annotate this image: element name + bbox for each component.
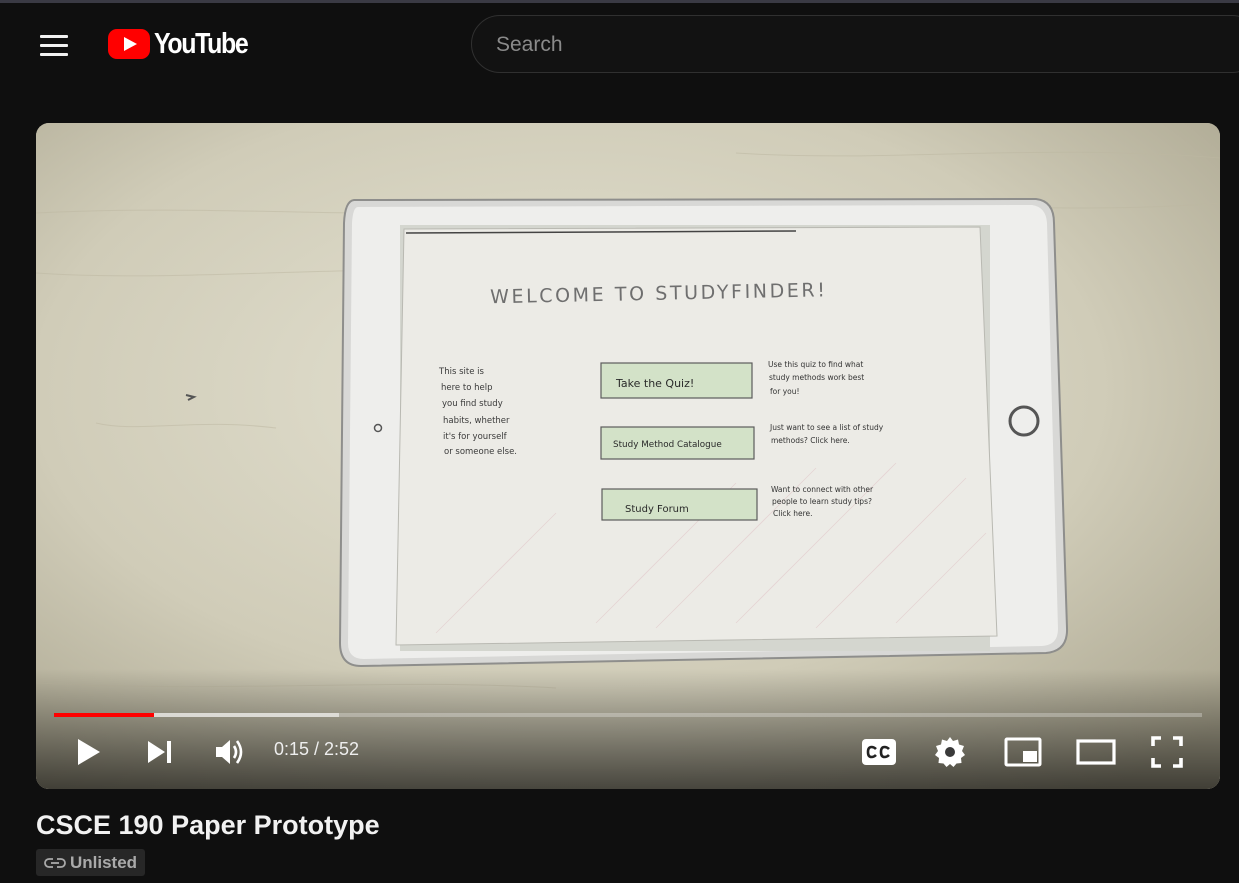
- miniplayer-button[interactable]: [998, 727, 1048, 777]
- fullscreen-icon: [1151, 736, 1183, 768]
- settings-button[interactable]: [927, 727, 973, 777]
- intro-line: This site is: [438, 367, 484, 377]
- link-icon: [44, 857, 66, 868]
- desc-line: Want to connect with other: [771, 485, 874, 494]
- next-icon: [148, 741, 171, 763]
- progress-bar[interactable]: [54, 713, 1202, 717]
- frame-button-forum: Study Forum: [625, 504, 689, 515]
- video-title: CSCE 190 Paper Prototype: [36, 810, 380, 840]
- intro-line: or someone else.: [444, 447, 517, 457]
- next-button[interactable]: [138, 727, 182, 777]
- captions-icon: [862, 739, 896, 765]
- captions-button[interactable]: [856, 727, 902, 777]
- desc-line: study methods work best: [769, 373, 864, 382]
- youtube-logo[interactable]: YouTube: [108, 27, 263, 61]
- logo-text: YouTube: [154, 27, 249, 60]
- theater-mode-button[interactable]: [1070, 727, 1122, 777]
- unlisted-badge: Unlisted: [36, 849, 146, 876]
- play-button[interactable]: [66, 727, 110, 777]
- desc-line: for you!: [770, 387, 799, 396]
- intro-line: habits, whether: [443, 416, 510, 426]
- intro-line: here to help: [441, 383, 492, 393]
- desc-line: Click here.: [773, 509, 813, 518]
- gear-icon: [935, 737, 965, 767]
- visibility-label: Unlisted: [70, 852, 138, 872]
- desc-line: people to learn study tips?: [772, 497, 872, 506]
- frame-button-catalogue: Study Method Catalogue: [613, 440, 722, 450]
- time-display: 0:15 / 2:52: [274, 739, 360, 759]
- hamburger-menu-icon[interactable]: [30, 25, 78, 65]
- frame-buttons: Take the Quiz! Study Method Catalogue St…: [600, 362, 758, 521]
- volume-icon: [216, 740, 243, 764]
- intro-line: it's for yourself: [443, 432, 508, 442]
- fullscreen-button[interactable]: [1144, 727, 1190, 777]
- play-icon: [78, 739, 100, 765]
- masthead: YouTube: [0, 3, 1239, 87]
- search-input[interactable]: [494, 26, 1198, 64]
- intro-line: you find study: [442, 399, 503, 409]
- video-player[interactable]: WELCOME TO STUDYFINDER! This site is her…: [36, 123, 1220, 789]
- progress-played: [54, 713, 154, 717]
- search-box[interactable]: [471, 15, 1239, 73]
- desc-line: Use this quiz to find what: [768, 360, 863, 369]
- frame-button-quiz: Take the Quiz!: [615, 377, 694, 390]
- miniplayer-icon: [1004, 737, 1042, 767]
- youtube-play-logo-icon: [108, 29, 150, 59]
- desc-line: methods? Click here.: [771, 436, 850, 445]
- volume-button[interactable]: [208, 727, 252, 777]
- desc-line: Just want to see a list of study: [769, 423, 884, 432]
- theater-mode-icon: [1076, 739, 1116, 765]
